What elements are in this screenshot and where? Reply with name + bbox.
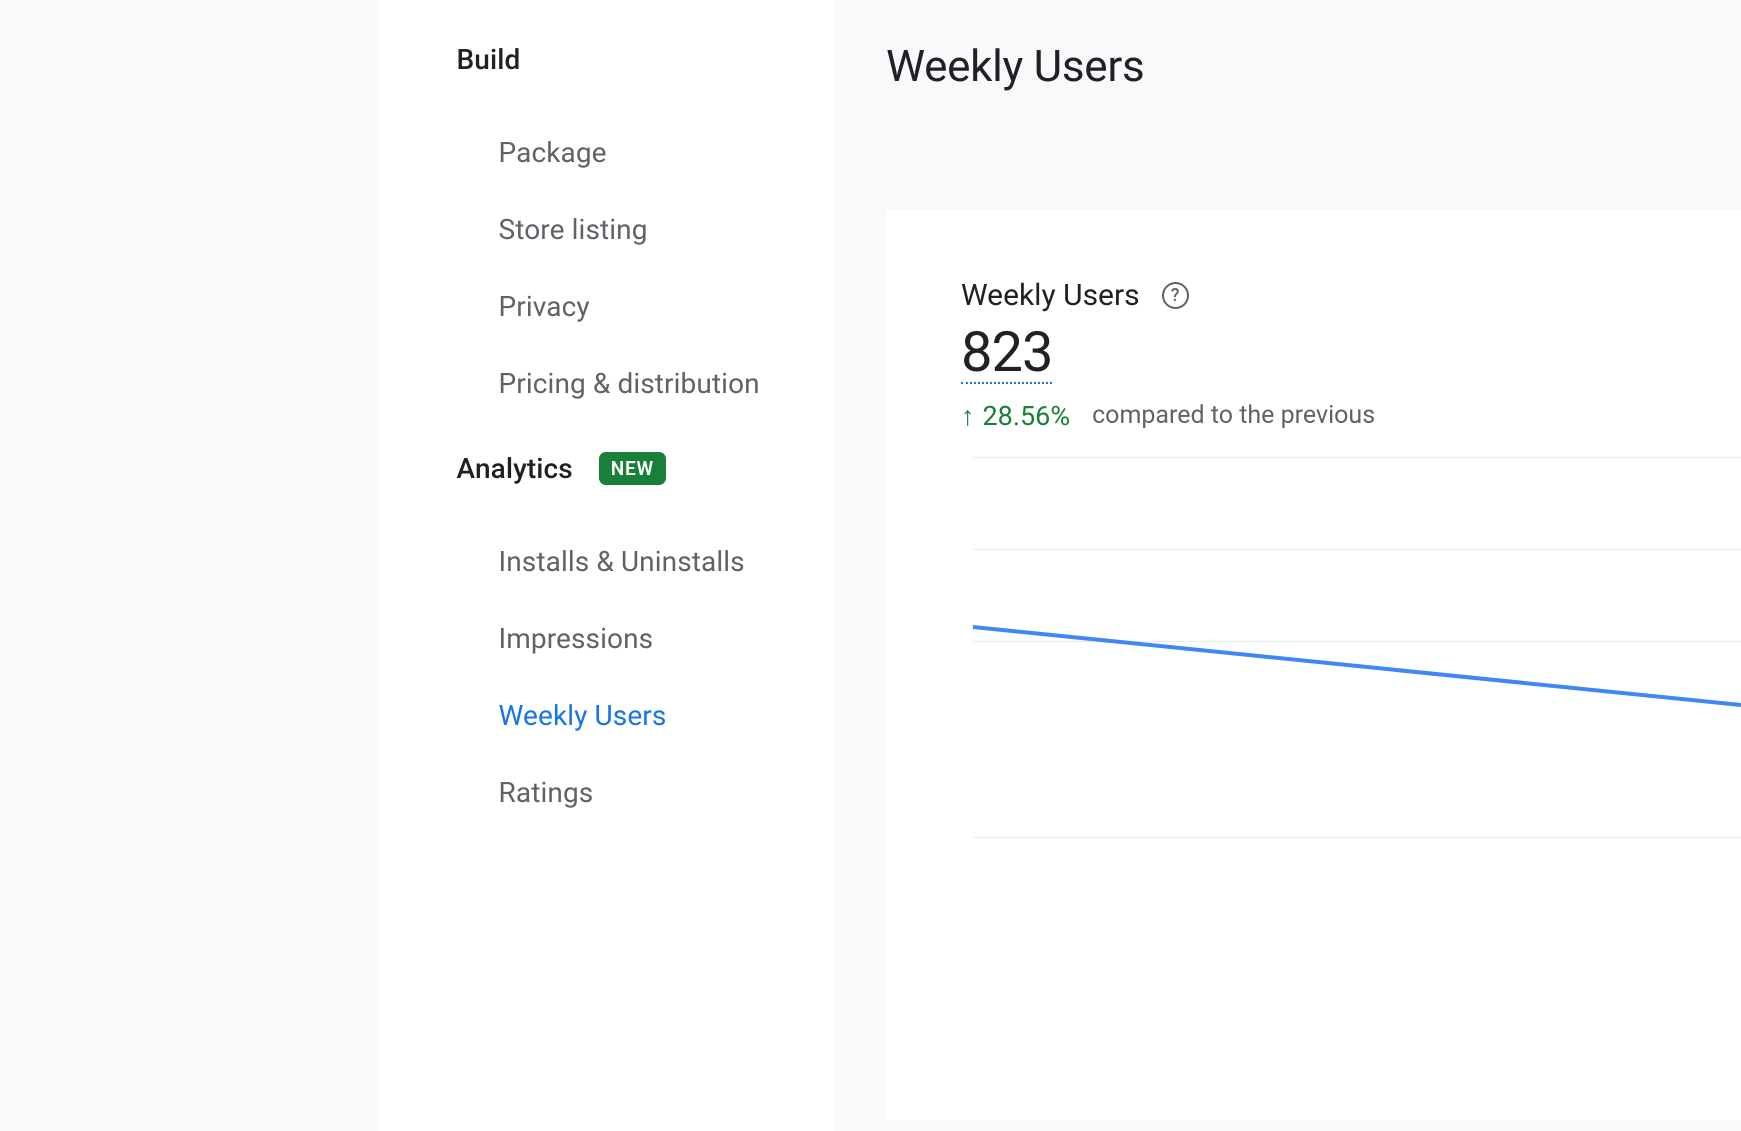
sidebar-item-impressions[interactable]: Impressions [378, 600, 834, 677]
sidebar-item-label: Installs & Uninstalls [499, 545, 745, 578]
left-gutter [0, 0, 378, 1131]
chart-line-svg [961, 457, 1741, 917]
metric-change-pct: 28.56% [983, 400, 1071, 432]
sidebar-item-pricing-distribution[interactable]: Pricing & distribution [378, 345, 834, 422]
metric-header: Weekly Users ? [961, 278, 1741, 313]
sidebar-item-store-listing[interactable]: Store listing [378, 191, 834, 268]
metric-value: 823 [961, 323, 1052, 384]
sidebar-item-label: Store listing [499, 213, 648, 246]
metric-title: Weekly Users [961, 278, 1140, 313]
arrow-up-icon: ↑ [961, 400, 975, 432]
chart-series-line [973, 627, 1741, 705]
section-header-analytics: Analytics NEW [378, 452, 834, 485]
sidebar-item-package[interactable]: Package [378, 114, 834, 191]
help-icon[interactable]: ? [1162, 282, 1189, 309]
metric-change: ↑ 28.56% [961, 400, 1070, 432]
sidebar: Build Package Store listing Privacy Pric… [378, 0, 834, 1131]
sidebar-item-label: Weekly Users [499, 699, 667, 732]
sidebar-item-ratings[interactable]: Ratings [378, 754, 834, 831]
sidebar-item-label: Privacy [499, 290, 590, 323]
metric-card: Weekly Users ? 823 ↑ 28.56% compared to … [886, 210, 1741, 1120]
section-header-build: Build [378, 43, 834, 76]
sidebar-item-label: Impressions [499, 622, 654, 655]
metric-change-row: ↑ 28.56% compared to the previous [961, 400, 1741, 432]
weekly-users-chart [961, 457, 1741, 917]
sidebar-item-label: Package [499, 136, 607, 169]
sidebar-item-installs-uninstalls[interactable]: Installs & Uninstalls [378, 523, 834, 600]
sidebar-item-label: Ratings [499, 776, 594, 809]
badge-new: NEW [599, 452, 666, 485]
section-title-analytics: Analytics [457, 452, 573, 485]
main-content: Weekly Users Weekly Users ? 823 ↑ 28.56%… [834, 0, 1741, 1131]
section-title-build: Build [457, 43, 521, 76]
sidebar-item-label: Pricing & distribution [499, 367, 760, 400]
sidebar-item-weekly-users[interactable]: Weekly Users [378, 677, 834, 754]
metric-compare-text: compared to the previous [1092, 401, 1375, 430]
page-title: Weekly Users [886, 40, 1741, 92]
sidebar-item-privacy[interactable]: Privacy [378, 268, 834, 345]
